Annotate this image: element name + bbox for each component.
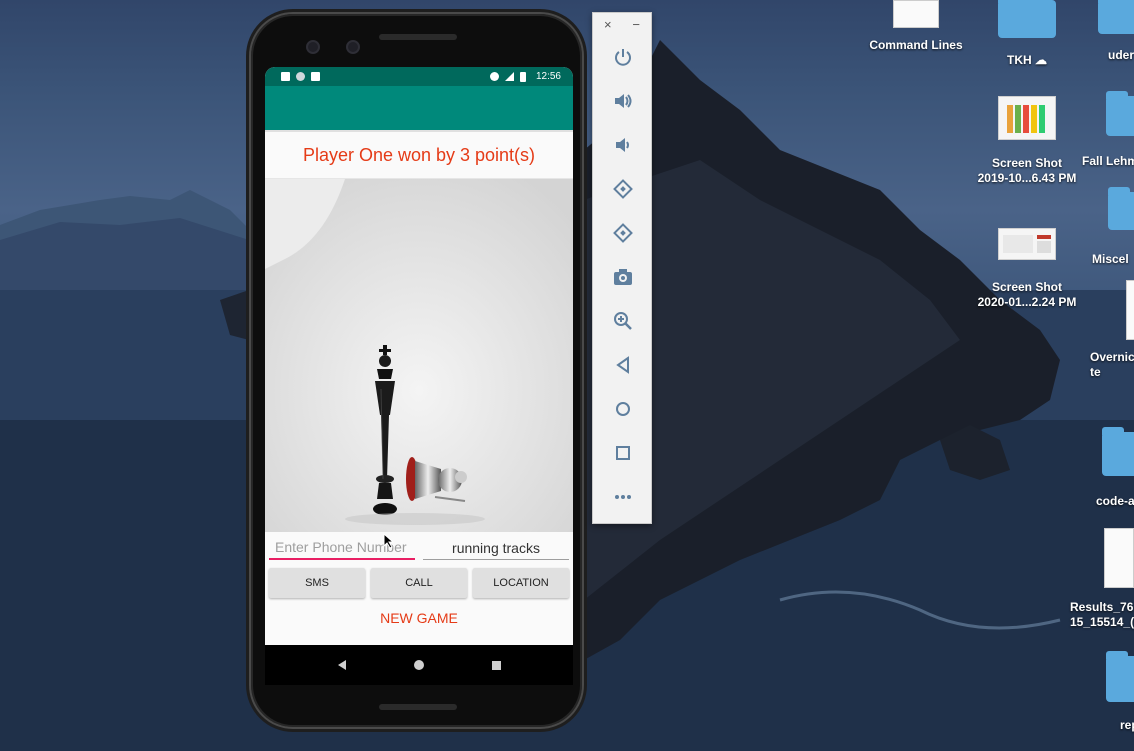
image-thumbnail-icon: [998, 228, 1056, 260]
signal-icon: [504, 72, 514, 81]
nav-recents-icon[interactable]: [491, 660, 501, 670]
notification-sd-icon: [311, 72, 320, 81]
front-sensor: [346, 40, 360, 54]
app-bar: [265, 86, 573, 130]
volume-up-icon[interactable]: [593, 79, 653, 123]
running-tracks-text: running tracks: [423, 536, 569, 560]
action-buttons: SMS CALL LOCATION: [265, 560, 573, 598]
desktop-icon-label: Screen Shot 2020-01...2.24 PM: [977, 280, 1077, 309]
location-button[interactable]: LOCATION: [473, 568, 569, 598]
emulator-phone-frame: 12:56 Player One won by 3 point(s) Enter…: [249, 12, 584, 729]
chess-pieces-illustration: [265, 179, 573, 532]
back-icon[interactable]: [593, 343, 653, 387]
desktop-icon-command-lines[interactable]: Command Lines: [866, 0, 966, 52]
desktop-icon-label: Results_76 15_15514_(: [1070, 600, 1134, 629]
nav-home-icon[interactable]: [413, 660, 424, 670]
camera-icon[interactable]: [593, 255, 653, 299]
input-row: running tracks: [265, 532, 573, 560]
mouse-cursor-icon: [383, 533, 395, 549]
notification-a-icon: [281, 72, 290, 81]
dnd-icon: [489, 72, 499, 81]
battery-icon: [519, 71, 526, 82]
desktop-icon-overnic[interactable]: Overnic te: [1090, 280, 1134, 380]
desktop-icon-rep[interactable]: rep: [1100, 651, 1134, 732]
desktop-icon-uder[interactable]: uder: [1098, 0, 1134, 62]
power-icon[interactable]: [593, 35, 653, 79]
front-camera: [306, 40, 320, 54]
desktop-icon-label: Screen Shot 2019-10...6.43 PM: [977, 156, 1077, 185]
speaker-grille: [379, 34, 457, 40]
result-text: Player One won by 3 point(s): [265, 132, 573, 179]
zoom-icon[interactable]: [593, 299, 653, 343]
desktop-icon-screenshot-2019[interactable]: Screen Shot 2019-10...6.43 PM: [966, 96, 1088, 186]
rotate-left-icon[interactable]: [593, 167, 653, 211]
nav-back-icon[interactable]: [337, 660, 346, 670]
desktop-icon-miscel[interactable]: Miscel: [1092, 187, 1134, 266]
desktop-icon-label: Fall Lehm: [1082, 154, 1134, 168]
minimize-icon[interactable]: −: [632, 17, 640, 35]
folder-icon: [1102, 427, 1134, 476]
folder-icon: [1106, 651, 1134, 702]
document-thumbnail-icon: [893, 0, 939, 28]
desktop-icon-fall-lehm[interactable]: Fall Lehm: [1082, 91, 1134, 168]
desktop-icon-label: Overnic te: [1090, 350, 1134, 379]
desktop-icon-results[interactable]: Results_76 15_15514_(: [1070, 528, 1134, 630]
desktop-icon-label: Miscel: [1092, 252, 1129, 266]
android-nav-bar: [265, 645, 573, 685]
document-thumbnail-icon: [1126, 280, 1134, 340]
emulator-toolbar: × −: [592, 12, 652, 524]
overview-icon[interactable]: [593, 431, 653, 475]
thumbnail-preview: [1007, 105, 1045, 133]
desktop-icon-label: TKH ☁: [1007, 53, 1047, 67]
notification-sync-icon: [296, 72, 305, 81]
desktop-icon-label: uder: [1108, 48, 1134, 62]
rotate-right-icon[interactable]: [593, 211, 653, 255]
status-time: 12:56: [535, 71, 561, 82]
folder-icon: [1098, 0, 1134, 34]
phone-screen: 12:56 Player One won by 3 point(s) Enter…: [265, 67, 573, 685]
speaker-grille-bottom: [379, 704, 457, 710]
status-bar: 12:56: [265, 67, 573, 86]
sms-button[interactable]: SMS: [269, 568, 365, 598]
desktop-icon-label: code-a: [1096, 494, 1134, 508]
thumbnail-preview: [1003, 235, 1051, 253]
desktop-icon-screenshot-2020[interactable]: Screen Shot 2020-01...2.24 PM: [966, 228, 1088, 310]
document-thumbnail-icon: [1104, 528, 1134, 588]
more-icon[interactable]: [593, 475, 653, 519]
image-thumbnail-icon: [998, 96, 1056, 140]
home-icon[interactable]: [593, 387, 653, 431]
desktop-icon-label: rep: [1120, 718, 1134, 732]
folder-icon: [998, 0, 1056, 38]
new-game-button[interactable]: NEW GAME: [380, 610, 458, 626]
folder-icon: [1106, 91, 1134, 136]
chess-image: [265, 179, 573, 532]
close-icon[interactable]: ×: [604, 17, 612, 35]
desktop-icon-label: Command Lines: [869, 38, 963, 52]
desktop-icon-tkh[interactable]: TKH ☁: [992, 0, 1062, 67]
volume-down-icon[interactable]: [593, 123, 653, 167]
folder-icon: [1108, 187, 1134, 230]
call-button[interactable]: CALL: [371, 568, 467, 598]
desktop-icon-code-a[interactable]: code-a: [1092, 427, 1134, 508]
